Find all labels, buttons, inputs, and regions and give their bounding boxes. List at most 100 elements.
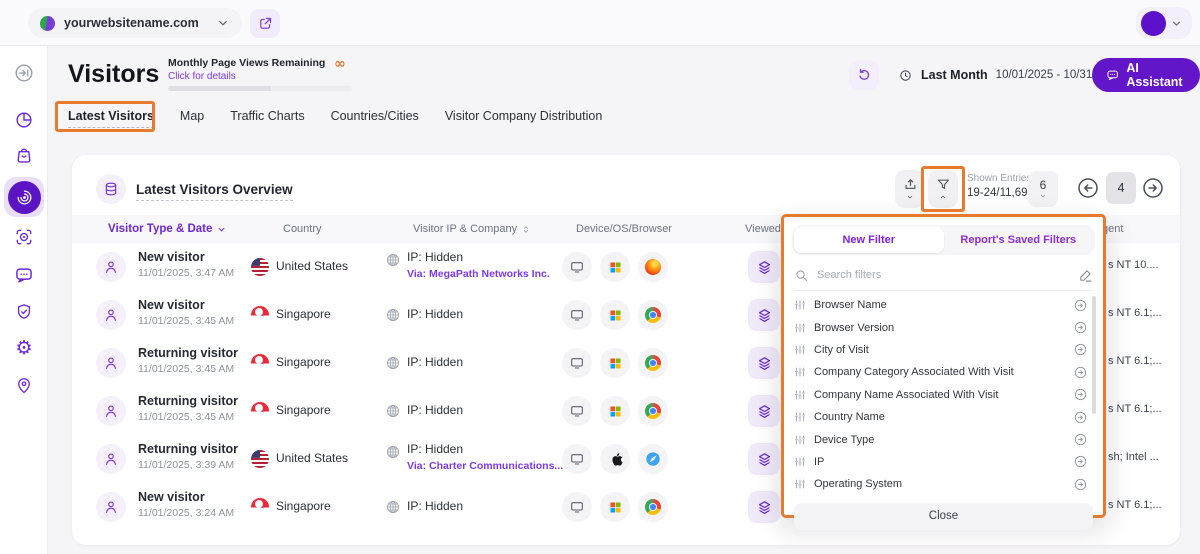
sidebar-item-visitors-active[interactable] [4, 177, 44, 217]
filter-item-company-category[interactable]: Company Category Associated With Visit [794, 361, 1096, 383]
arrow-right-circle-icon[interactable] [1073, 387, 1088, 402]
country-name: United States [276, 451, 349, 465]
sidebar-item-locations[interactable] [9, 370, 39, 400]
export-button[interactable] [895, 170, 925, 208]
chat-bubble-icon [1106, 67, 1119, 83]
filter-item-browser-name[interactable]: Browser Name [794, 294, 1096, 316]
quota-details-link[interactable]: Click for details [168, 71, 354, 82]
sliders-icon [794, 299, 806, 311]
country-name: Singapore [276, 403, 331, 417]
desktop-device-icon [562, 396, 592, 426]
person-icon [103, 355, 119, 371]
sidebar-item-settings[interactable]: ⚙ [9, 333, 39, 363]
radar-icon [15, 188, 34, 207]
filter-item-operating-system[interactable]: Operating System [794, 473, 1096, 495]
shopping-bag-icon [14, 145, 34, 165]
filter-item-company-name[interactable]: Company Name Associated With Visit [794, 384, 1096, 406]
close-filter-button[interactable]: Close [794, 502, 1093, 530]
singapore-flag-icon [251, 306, 269, 324]
page-size-value: 6 [1039, 178, 1047, 192]
column-visitor-type-date[interactable]: Visitor Type & Date [108, 223, 227, 235]
tab-visitor-company-distribution[interactable]: Visitor Company Distribution [445, 109, 602, 128]
person-icon [103, 403, 119, 419]
arrow-right-circle-icon[interactable] [1073, 432, 1088, 447]
filter-button[interactable] [928, 170, 958, 208]
visit-date: 11/01/2025, 3:45 AM [138, 411, 235, 423]
refresh-button[interactable] [849, 60, 879, 90]
user-agent-fragment: s NT 6.1;... [1108, 307, 1162, 319]
sidebar-item-commerce[interactable] [9, 140, 39, 170]
filter-item-browser-version[interactable]: Browser Version [794, 316, 1096, 338]
location-pin-icon [14, 375, 34, 395]
filter-search-input[interactable] [817, 269, 1070, 281]
sidebar-item-chat[interactable] [9, 260, 39, 290]
sidebar-item-audience[interactable] [9, 222, 39, 252]
tab-map[interactable]: Map [180, 109, 204, 128]
current-page-indicator[interactable]: 4 [1106, 172, 1136, 204]
date-preset-label: Last Month [921, 68, 988, 82]
viewed-pages-button[interactable] [748, 299, 780, 331]
tab-reports-saved-filters[interactable]: Report's Saved Filters [944, 227, 1094, 253]
company-link[interactable]: Via: MegaPath Networks Inc. [407, 268, 550, 280]
arrow-right-circle-icon[interactable] [1073, 298, 1088, 313]
country-name: Singapore [276, 499, 331, 513]
account-menu[interactable] [1136, 7, 1192, 39]
arrow-right-circle-icon[interactable] [1073, 454, 1088, 469]
page-title: Visitors [68, 60, 160, 88]
arrow-right-circle-icon[interactable] [1073, 320, 1088, 335]
arrow-right-circle-icon[interactable] [1073, 477, 1088, 492]
company-link[interactable]: Via: Charter Communications... [407, 460, 563, 472]
arrow-right-circle-icon[interactable] [1073, 410, 1088, 425]
filter-item-ip[interactable]: IP [794, 451, 1096, 473]
tab-latest-visitors[interactable]: Latest Visitors [68, 109, 154, 128]
layers-icon [756, 259, 773, 276]
visit-date: 11/01/2025, 3:45 AM [138, 315, 235, 327]
desktop-device-icon [562, 348, 592, 378]
viewed-pages-button[interactable] [748, 395, 780, 427]
country-name: United States [276, 259, 349, 273]
safari-icon [638, 444, 668, 474]
viewed-pages-button[interactable] [748, 251, 780, 283]
previous-page-button[interactable] [1075, 175, 1101, 201]
visitor-ip: IP: Hidden [407, 499, 464, 513]
visitor-avatar [96, 444, 126, 474]
windows-icon [600, 396, 630, 426]
visit-date: 11/01/2025, 3:24 AM [138, 507, 235, 519]
page-size-selector[interactable]: 6 [1028, 171, 1058, 207]
chevron-down-icon [1038, 192, 1048, 200]
viewed-pages-button[interactable] [748, 491, 780, 523]
viewed-pages-button[interactable] [748, 443, 780, 475]
tab-new-filter[interactable]: New Filter [794, 227, 944, 253]
filter-item-city-of-visit[interactable]: City of Visit [794, 339, 1096, 361]
shown-entries-label: Shown Entries [967, 173, 1032, 184]
filter-item-device-type[interactable]: Device Type [794, 428, 1096, 450]
arrow-right-circle-icon[interactable] [1073, 365, 1088, 380]
windows-icon [600, 348, 630, 378]
clock-icon [898, 68, 913, 83]
globe-icon [385, 355, 401, 371]
clear-eraser-icon[interactable] [1078, 268, 1093, 283]
visitor-avatar [96, 348, 126, 378]
tab-traffic-charts[interactable]: Traffic Charts [230, 109, 304, 128]
filter-item-country-name[interactable]: Country Name [794, 406, 1096, 428]
person-icon [103, 499, 119, 515]
sidebar-item-analytics[interactable] [9, 105, 39, 135]
column-visitor-ip-company[interactable]: Visitor IP & Company [413, 223, 531, 235]
sidebar-collapse-button[interactable] [9, 58, 39, 88]
user-agent-fragment: s NT 10.... [1108, 259, 1159, 271]
sliders-icon [794, 322, 806, 334]
quota-block: Monthly Page Views Remaining Click for d… [168, 57, 354, 82]
scrollbar[interactable] [1092, 296, 1096, 414]
tab-countries-cities[interactable]: Countries/Cities [331, 109, 419, 128]
ai-assistant-label: AI Assistant [1126, 61, 1183, 89]
arrow-right-circle-icon[interactable] [1073, 342, 1088, 357]
sidebar-item-security[interactable] [9, 297, 39, 327]
open-site-button[interactable] [250, 9, 280, 38]
ai-assistant-button[interactable]: AI Assistant [1092, 58, 1200, 92]
visitor-type: Returning visitor [138, 346, 239, 360]
desktop-device-icon [562, 492, 592, 522]
site-selector[interactable]: yourwebsitename.com [28, 8, 242, 38]
next-page-button[interactable] [1140, 175, 1166, 201]
globe-icon [385, 444, 401, 460]
viewed-pages-button[interactable] [748, 347, 780, 379]
